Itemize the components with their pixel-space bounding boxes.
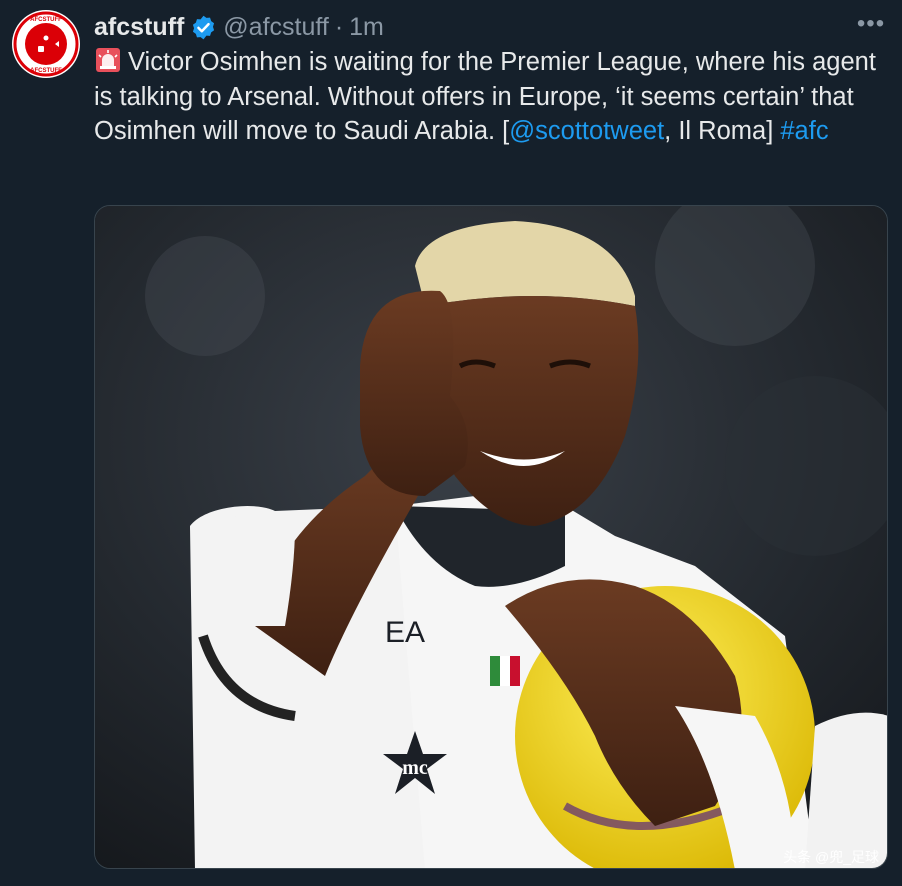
separator-dot: · <box>334 12 344 41</box>
verified-badge-icon <box>193 15 215 39</box>
shirt-badge-text: mc <box>402 757 428 779</box>
afcstuff-logo-icon: AFCSTUFF AFCSTUFF <box>13 11 79 77</box>
shirt-sponsor-text: EA <box>385 616 425 649</box>
handle[interactable]: @afcstuff <box>223 13 329 42</box>
tweet-text: Victor Osimhen is waiting for the Premie… <box>94 45 884 149</box>
mention-link[interactable]: @scottotweet <box>509 117 664 145</box>
display-name[interactable]: afcstuff <box>94 13 184 42</box>
avatar-bottom-text: AFCSTUFF <box>30 68 62 74</box>
tweet-source: Il Roma] <box>671 117 781 145</box>
player-thumbs-up-photo: mc EA 头条 @兜_足球 <box>95 206 887 868</box>
media-watermark: 头条 @兜_足球 <box>783 849 879 865</box>
tweet-header: afcstuff @afcstuff · 1m <box>94 10 384 44</box>
more-options-icon[interactable]: ••• <box>854 12 888 38</box>
tweet-media[interactable]: mc EA 头条 @兜_足球 <box>94 205 888 869</box>
avatar[interactable]: AFCSTUFF AFCSTUFF <box>12 10 80 78</box>
avatar-top-text: AFCSTUFF <box>30 17 62 23</box>
hashtag-link[interactable]: #afc <box>780 117 828 145</box>
timestamp[interactable]: 1m <box>349 13 384 42</box>
rotating-light-siren-icon <box>96 48 120 72</box>
